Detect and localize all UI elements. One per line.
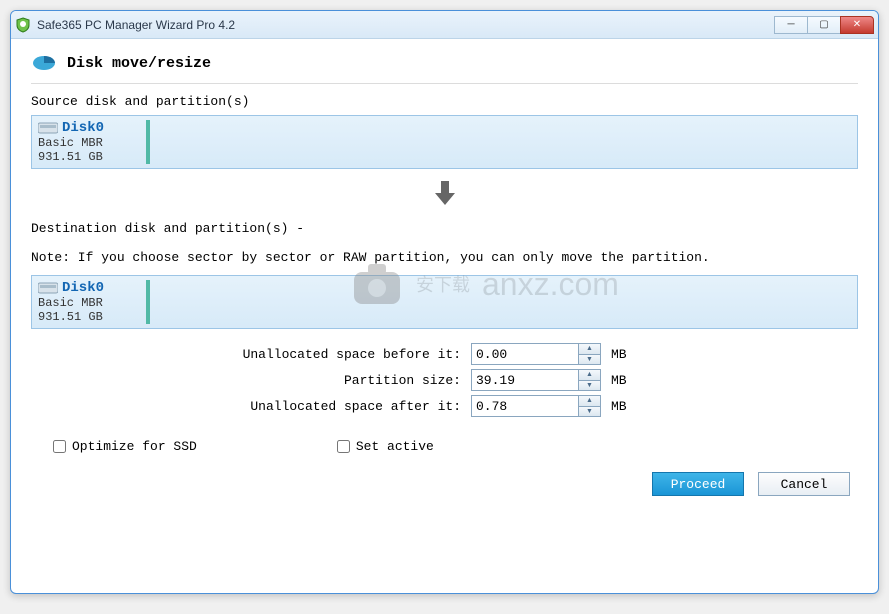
hdd-icon xyxy=(38,281,58,295)
destination-disk-size: 931.51 GB xyxy=(38,310,146,324)
source-partition-bar xyxy=(146,120,150,164)
source-label: Source disk and partition(s) xyxy=(31,94,858,109)
before-input[interactable] xyxy=(472,344,578,364)
content-area: Disk move/resize Source disk and partiti… xyxy=(11,39,878,593)
before-unit: MB xyxy=(611,347,627,362)
size-unit: MB xyxy=(611,373,627,388)
proceed-button[interactable]: Proceed xyxy=(652,472,744,496)
set-active-input[interactable] xyxy=(337,440,350,453)
destination-note: Note: If you choose sector by sector or … xyxy=(31,250,858,265)
optimize-ssd-checkbox[interactable]: Optimize for SSD xyxy=(53,439,197,454)
hdd-icon xyxy=(38,121,58,135)
before-spinbox[interactable]: ▲▼ xyxy=(471,343,601,365)
set-active-checkbox[interactable]: Set active xyxy=(337,439,434,454)
app-shield-icon xyxy=(15,17,31,33)
destination-disk-type: Basic MBR xyxy=(38,296,146,310)
app-window: Safe365 PC Manager Wizard Pro 4.2 ─ ▢ ✕ … xyxy=(10,10,879,594)
before-label: Unallocated space before it: xyxy=(31,347,471,362)
disk-pie-icon xyxy=(31,53,57,73)
destination-label: Destination disk and partition(s) - xyxy=(31,221,858,236)
after-unit: MB xyxy=(611,399,627,414)
maximize-button[interactable]: ▢ xyxy=(807,16,841,34)
destination-partition-bar xyxy=(146,280,150,324)
arrow-down-icon xyxy=(431,179,459,207)
page-title: Disk move/resize xyxy=(67,55,211,72)
cancel-button[interactable]: Cancel xyxy=(758,472,850,496)
after-input[interactable] xyxy=(472,396,578,416)
destination-disk-name: Disk0 xyxy=(62,280,104,296)
after-spinbox[interactable]: ▲▼ xyxy=(471,395,601,417)
optimize-ssd-label: Optimize for SSD xyxy=(72,439,197,454)
after-label: Unallocated space after it: xyxy=(31,399,471,414)
source-disk-type: Basic MBR xyxy=(38,136,146,150)
page-header: Disk move/resize xyxy=(31,45,858,84)
source-disk-name: Disk0 xyxy=(62,120,104,136)
size-down-button[interactable]: ▼ xyxy=(579,381,600,391)
source-disk-box[interactable]: Disk0 Basic MBR 931.51 GB xyxy=(31,115,858,169)
size-spinbox[interactable]: ▲▼ xyxy=(471,369,601,391)
destination-disk-box[interactable]: Disk0 Basic MBR 931.51 GB xyxy=(31,275,858,329)
size-input[interactable] xyxy=(472,370,578,390)
set-active-label: Set active xyxy=(356,439,434,454)
titlebar[interactable]: Safe365 PC Manager Wizard Pro 4.2 ─ ▢ ✕ xyxy=(11,11,878,39)
size-label: Partition size: xyxy=(31,373,471,388)
size-up-button[interactable]: ▲ xyxy=(579,370,600,381)
after-down-button[interactable]: ▼ xyxy=(579,407,600,417)
window-title: Safe365 PC Manager Wizard Pro 4.2 xyxy=(37,18,775,32)
source-disk-size: 931.51 GB xyxy=(38,150,146,164)
close-button[interactable]: ✕ xyxy=(840,16,874,34)
size-fields: Unallocated space before it: ▲▼ MB Parti… xyxy=(31,343,858,421)
before-up-button[interactable]: ▲ xyxy=(579,344,600,355)
after-up-button[interactable]: ▲ xyxy=(579,396,600,407)
minimize-button[interactable]: ─ xyxy=(774,16,808,34)
before-down-button[interactable]: ▼ xyxy=(579,355,600,365)
optimize-ssd-input[interactable] xyxy=(53,440,66,453)
